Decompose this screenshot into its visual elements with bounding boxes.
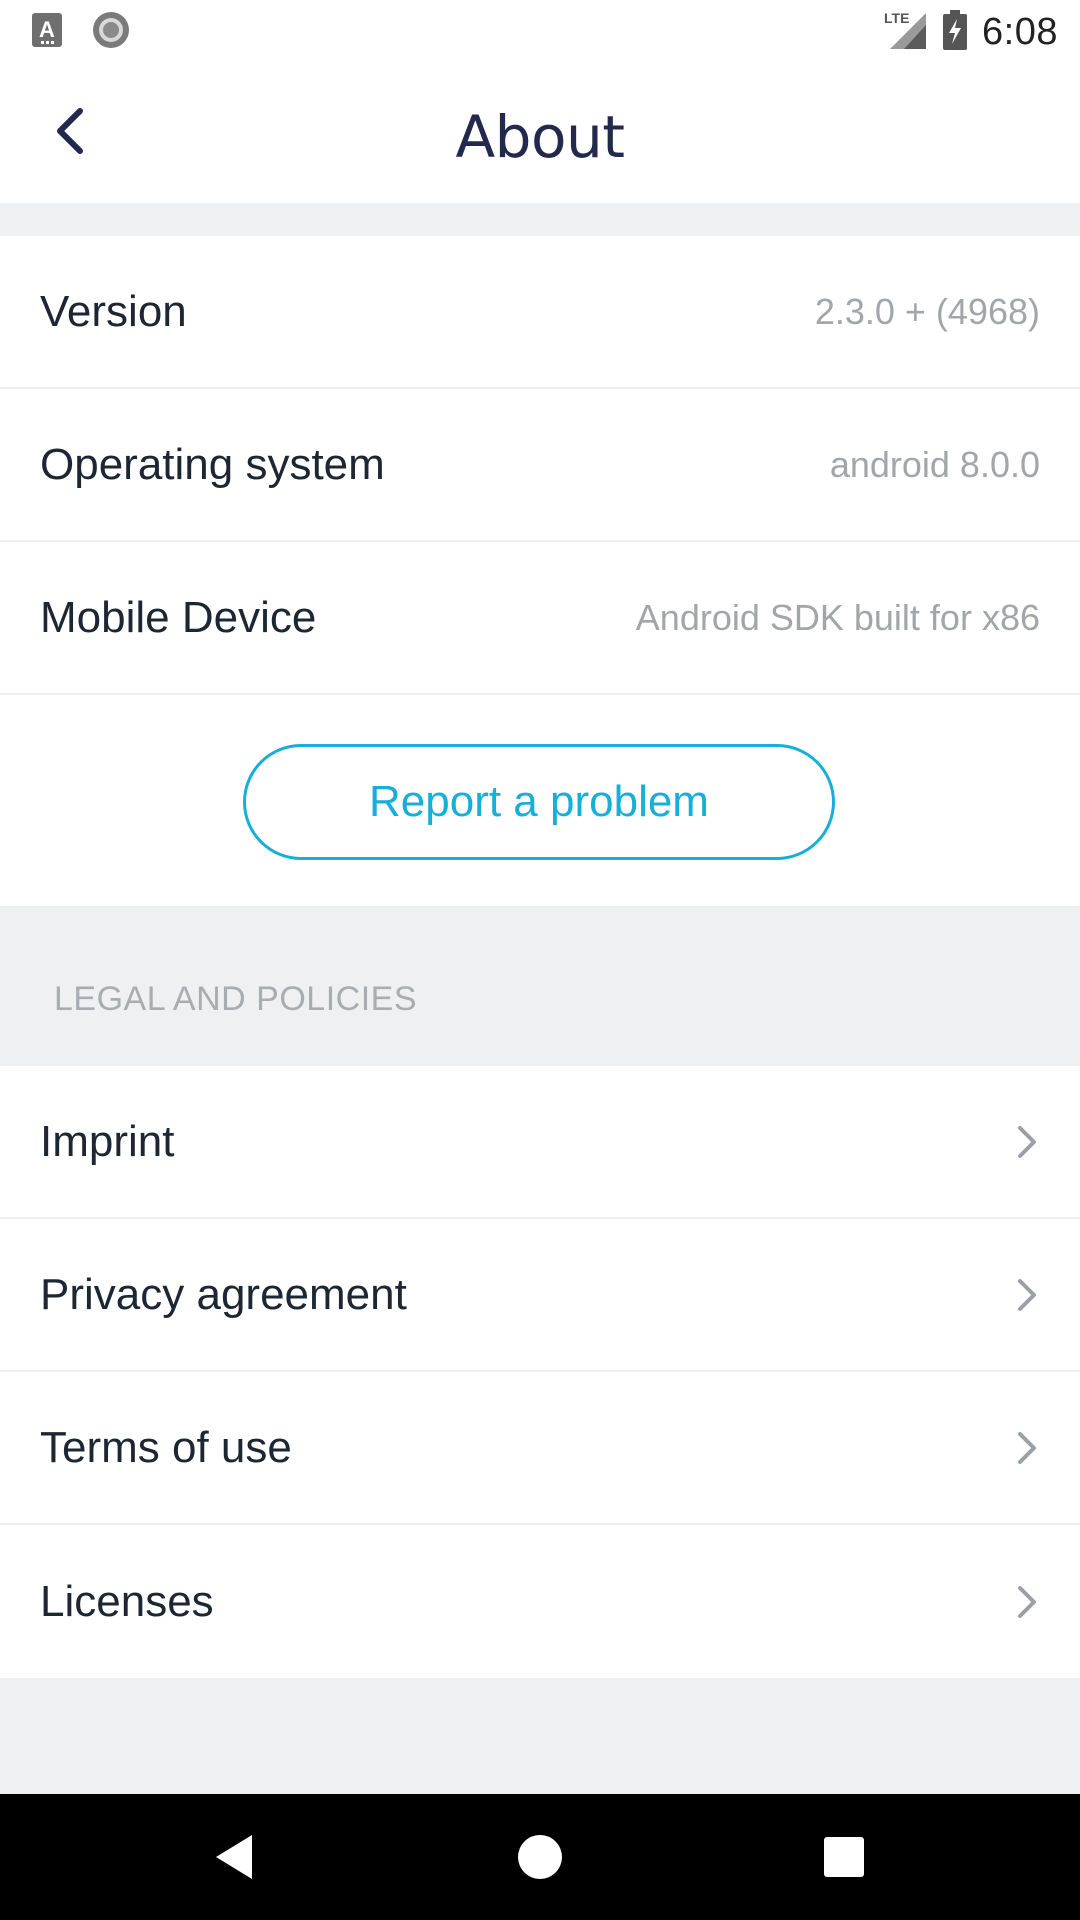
list-item-label: Privacy agreement [40, 1269, 407, 1319]
info-label: Mobile Device [40, 592, 317, 642]
status-left: A [32, 11, 130, 52]
status-bar: A LTE 6:08 [0, 0, 1080, 63]
status-right: LTE 6:08 [882, 8, 1058, 56]
clock: 6:08 [982, 10, 1058, 53]
info-row-version: Version 2.3.0 + (4968) [0, 236, 1080, 389]
list-item-label: Licenses [40, 1576, 214, 1626]
legal-list: Imprint Privacy agreement Terms of use L… [0, 1066, 1080, 1678]
chevron-right-icon [1012, 1122, 1042, 1162]
info-label: Operating system [40, 439, 385, 489]
info-row-mobile-device: Mobile Device Android SDK built for x86 [0, 542, 1080, 695]
info-row-operating-system: Operating system android 8.0.0 [0, 389, 1080, 542]
info-value: 2.3.0 + (4968) [814, 290, 1040, 332]
list-item-terms-of-use[interactable]: Terms of use [0, 1372, 1080, 1525]
back-triangle-icon [208, 1835, 264, 1889]
battery-charging-icon [942, 9, 968, 55]
report-problem-button[interactable]: Report a problem [243, 744, 835, 860]
recents-square-icon [816, 1837, 872, 1889]
info-value: android 8.0.0 [829, 443, 1040, 485]
record-icon [92, 11, 130, 54]
system-nav-bar [0, 1794, 1080, 1920]
list-item-privacy-agreement[interactable]: Privacy agreement [0, 1219, 1080, 1372]
network-type-label: LTE [884, 10, 909, 26]
app-info-card: Version 2.3.0 + (4968) Operating system … [0, 236, 1080, 906]
chevron-right-icon [1012, 1428, 1042, 1468]
chevron-right-icon [1012, 1275, 1042, 1315]
section-header-legal: LEGAL AND POLICIES [54, 980, 417, 1018]
app-bar: About [0, 63, 1080, 203]
signal-icon: LTE [882, 9, 928, 56]
svg-text:A: A [39, 17, 55, 42]
list-item-label: Terms of use [40, 1422, 292, 1472]
home-circle-icon [512, 1835, 568, 1889]
nav-back-button[interactable] [208, 1829, 264, 1885]
nav-recents-button[interactable] [816, 1829, 872, 1885]
a-notification-icon: A [32, 12, 62, 52]
info-label: Version [40, 286, 187, 336]
nav-home-button[interactable] [512, 1829, 568, 1885]
list-item-licenses[interactable]: Licenses [0, 1525, 1080, 1678]
chevron-right-icon [1012, 1582, 1042, 1622]
info-value: Android SDK built for x86 [635, 596, 1040, 638]
page-title: About [455, 103, 625, 171]
list-item-imprint[interactable]: Imprint [0, 1066, 1080, 1219]
list-item-label: Imprint [40, 1116, 175, 1166]
